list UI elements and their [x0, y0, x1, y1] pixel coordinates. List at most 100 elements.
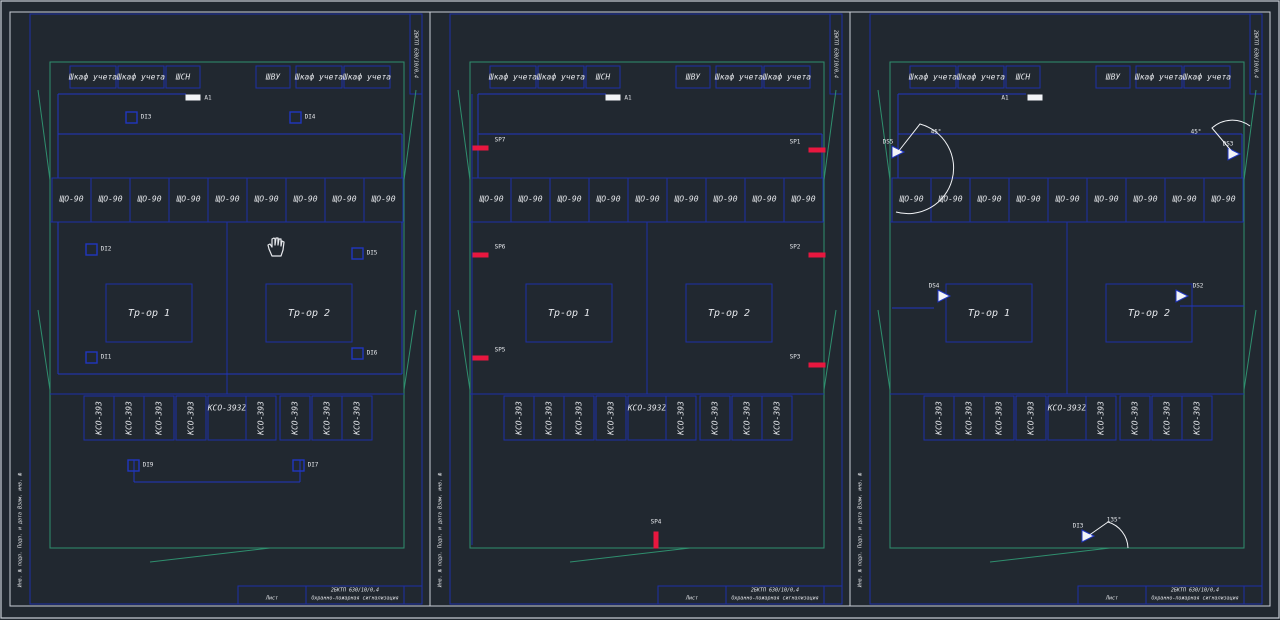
- kso-label: КСО-393: [773, 401, 782, 436]
- shchd-label: ЩО-90: [97, 195, 122, 204]
- kso-label: КСО-393: [291, 401, 300, 436]
- detector-box-4: [85, 351, 98, 364]
- kso-label: КСО-393: [1027, 401, 1036, 436]
- sensor-label: SP4: [651, 519, 662, 526]
- green-edge: [877, 89, 891, 181]
- green-edge: [403, 309, 417, 391]
- kso-label: КСО-393: [515, 401, 524, 436]
- cabinet-label: Шкаф учета: [342, 73, 391, 82]
- shchd-label: ЩО-90: [634, 195, 659, 204]
- cabinet-label: ШВУ: [1105, 73, 1122, 82]
- camera-label: DS2: [1193, 283, 1204, 290]
- side-text: Инв. № подл. Подп. и дата Взам. инв. №: [438, 473, 444, 588]
- kso-label: КСО-393Z: [627, 404, 667, 413]
- title-block-sheet: Лист: [685, 596, 698, 602]
- shchd-label: ЩО-90: [556, 195, 581, 204]
- kso-label: КСО-393: [323, 401, 332, 436]
- side-text: Инв. № подл. Подп. и дата Взам. инв. №: [858, 473, 864, 588]
- kso-label: КСО-393Z: [1047, 404, 1087, 413]
- title-block-desc: Охранно-пожарная сигнализация: [311, 596, 398, 602]
- transformer-1-label: Тр-ор 1: [548, 308, 590, 319]
- kso-label: КСО-393: [95, 401, 104, 436]
- green-edge: [149, 547, 271, 563]
- sensor-label: SP6: [495, 244, 506, 251]
- transformer-1-label: Тр-ор 1: [968, 308, 1010, 319]
- detector-label: DI6: [367, 350, 378, 357]
- kso-label: КСО-393: [155, 401, 164, 436]
- title-block-code: 2БКТП 630/10/0,4: [1171, 588, 1219, 594]
- kso-label: КСО-393: [1097, 401, 1106, 436]
- drawing-canvas[interactable]: 2БКТП 630/10/0,4 Инв. № подл. Подп. и дат…: [0, 0, 1280, 620]
- green-edge: [1243, 89, 1257, 181]
- kso-label: КСО-393Z: [207, 404, 247, 413]
- detector-label: DI9: [143, 462, 154, 469]
- title-block-code: 2БКТП 630/10/0,4: [751, 588, 799, 594]
- shchd-label: ЩО-90: [1093, 195, 1118, 204]
- green-edge: [37, 309, 51, 391]
- cabinet-label: Шкаф учета: [1134, 73, 1183, 82]
- sheet-border: [9, 11, 431, 607]
- detector-box-0: [125, 111, 138, 124]
- detector-box-7: [292, 459, 305, 472]
- shchd-label: ЩО-90: [673, 195, 698, 204]
- detector-label: DI3: [141, 114, 152, 121]
- shchd-label: ЩО-90: [136, 195, 161, 204]
- cabinet-label: Шкаф учета: [714, 73, 763, 82]
- sensor-label: SP1: [790, 139, 801, 146]
- title-block-desc: Охранно-пожарная сигнализация: [731, 596, 818, 602]
- cabinet-label: Шкаф учета: [908, 73, 957, 82]
- detector-box-1: [289, 111, 302, 124]
- sensor-0: [471, 145, 489, 151]
- transformer-2-label: Тр-ор 2: [288, 308, 330, 319]
- transformer-1-label: Тр-ор 1: [128, 308, 170, 319]
- cabinet-label: Шкаф учета: [488, 73, 537, 82]
- a1-mark: [185, 94, 201, 101]
- detector-label: DI4: [305, 114, 316, 121]
- kso-label: КСО-393: [965, 401, 974, 436]
- title-strip-text: 2БКТП 630/10/0,4: [413, 30, 419, 78]
- a1-mark: [1027, 94, 1043, 101]
- kso-label: КСО-393: [187, 401, 196, 436]
- green-edge: [823, 89, 837, 181]
- shchd-label: ЩО-90: [478, 195, 503, 204]
- kso-label: КСО-393: [677, 401, 686, 436]
- kso-label: КСО-393: [743, 401, 752, 436]
- side-text: Инв. № подл. Подп. и дата Взам. инв. №: [18, 473, 24, 588]
- shchd-label: ЩО-90: [751, 195, 776, 204]
- green-edge: [823, 309, 837, 391]
- title-block-desc: Охранно-пожарная сигнализация: [1151, 596, 1238, 602]
- transformer-2-label: Тр-ор 2: [708, 308, 750, 319]
- kso-label: КСО-393: [935, 401, 944, 436]
- shchd-label: ЩО-90: [595, 195, 620, 204]
- shchd-label: ЩО-90: [1210, 195, 1235, 204]
- hand-cursor-icon: [266, 236, 286, 258]
- sensor-3: [808, 252, 826, 258]
- kso-label: КСО-393: [545, 401, 554, 436]
- camera-arc: [1087, 521, 1129, 549]
- detector-label: DI1: [101, 354, 112, 361]
- sheet-1[interactable]: 2БКТП 630/10/0,4 Инв. № подл. Подп. и дат…: [9, 11, 431, 607]
- outer-frame: [0, 0, 1280, 619]
- kso-label: КСО-393: [1131, 401, 1140, 436]
- sheet-3[interactable]: 2БКТП 630/10/0,4 Инв. № подл. Подп. и дат…: [849, 11, 1271, 607]
- sheet-2[interactable]: 2БКТП 630/10/0,4 Инв. № подл. Подп. и дат…: [429, 11, 851, 607]
- detector-box-5: [351, 347, 364, 360]
- shchd-label: ЩО-90: [58, 195, 83, 204]
- sensor-2: [471, 252, 489, 258]
- kso-label: КСО-393: [125, 401, 134, 436]
- cabinet-label: Шкаф учета: [536, 73, 585, 82]
- green-edge: [457, 309, 471, 391]
- camera-label: DS5: [883, 139, 894, 146]
- angle-label: 135°: [1107, 517, 1121, 524]
- green-edge: [403, 89, 417, 181]
- green-edge: [989, 547, 1111, 563]
- a1-label: A1: [204, 95, 212, 102]
- shchd-label: ЩО-90: [1015, 195, 1040, 204]
- title-block-code: 2БКТП 630/10/0,4: [331, 588, 379, 594]
- kso-label: КСО-393: [1193, 401, 1202, 436]
- detector-label: DI2: [101, 246, 112, 253]
- green-edge: [569, 547, 691, 563]
- shchd-label: ЩО-90: [1054, 195, 1079, 204]
- green-edge: [37, 89, 51, 181]
- kso-label: КСО-393: [1163, 401, 1172, 436]
